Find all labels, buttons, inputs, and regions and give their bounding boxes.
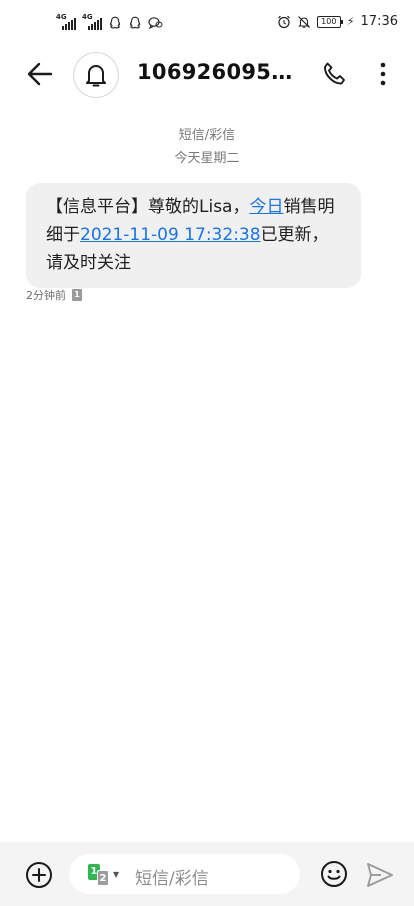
- phone-icon: [324, 62, 345, 85]
- call-button[interactable]: [318, 58, 350, 90]
- signal-sim1-icon: 4G: [56, 14, 76, 30]
- qq-icon: [108, 15, 122, 29]
- message-input[interactable]: 1 2 ▼ 短信/彩信: [69, 854, 300, 894]
- message-link-datetime[interactable]: 2021-11-09 17:32:38: [80, 225, 261, 245]
- message-link-today[interactable]: 今日: [249, 197, 283, 217]
- alarm-icon: [277, 15, 291, 29]
- composer-bar: 1 2 ▼ 短信/彩信: [0, 842, 414, 906]
- more-vertical-icon: [380, 62, 386, 86]
- signal-sim2-icon: 4G: [82, 14, 102, 30]
- emoji-button[interactable]: [319, 859, 349, 889]
- message-type-label: 短信/彩信: [178, 128, 236, 143]
- sim-card-icon: 1: [72, 289, 82, 301]
- smiley-icon: [321, 861, 347, 887]
- message-meta: 2分钟前 1: [26, 287, 82, 303]
- send-icon: [367, 863, 393, 887]
- mute-icon: [297, 15, 311, 29]
- message-bubble[interactable]: 【信息平台】尊敬的Lisa，今日销售明细于2021-11-09 17:32:38…: [26, 183, 361, 288]
- sim2-icon: 2: [97, 870, 109, 886]
- input-placeholder: 短信/彩信: [135, 869, 209, 889]
- message-text: 【信息平台】尊敬的Lisa，: [46, 197, 250, 217]
- message-time: 2分钟前: [26, 289, 66, 302]
- back-button[interactable]: [24, 58, 56, 90]
- add-attachment-button[interactable]: [24, 860, 54, 890]
- sender-number[interactable]: 10692609519…: [137, 60, 305, 84]
- status-bar: 4G 4G 100 ⚡ 17:36: [0, 0, 414, 48]
- date-divider: 今天星期二: [174, 151, 240, 166]
- sim-switch-button[interactable]: 1 2 ▼: [86, 864, 122, 886]
- clock-time: 17:36: [360, 14, 398, 29]
- conversation-header: 10692609519…: [0, 48, 414, 102]
- more-button[interactable]: [367, 58, 399, 90]
- arrow-left-icon: [27, 62, 53, 86]
- status-right: 100 ⚡ 17:36: [277, 14, 398, 29]
- plus-circle-icon: [26, 862, 52, 888]
- bell-icon: [86, 65, 106, 87]
- battery-icon: 100: [316, 15, 343, 28]
- qq-icon: [128, 15, 142, 29]
- charging-icon: ⚡: [346, 15, 355, 28]
- status-left: 4G 4G: [56, 14, 163, 30]
- chevron-down-icon: ▼: [113, 870, 120, 879]
- send-button[interactable]: [365, 860, 395, 890]
- chat-icon: [148, 15, 163, 30]
- contact-avatar[interactable]: [73, 52, 119, 98]
